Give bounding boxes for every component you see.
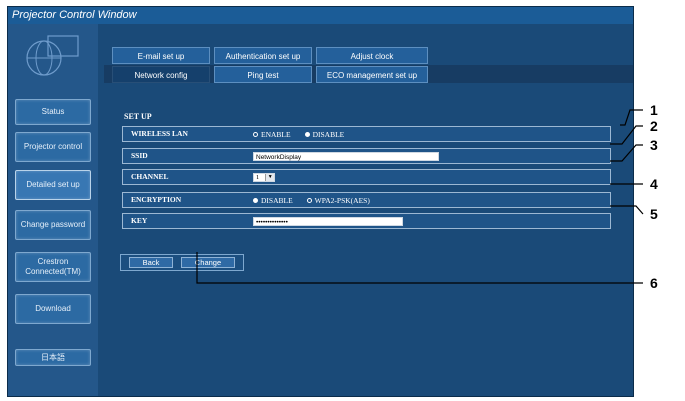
tab-network-config[interactable]: Network config <box>112 66 210 83</box>
radio-dot-icon <box>253 197 258 203</box>
window-title: Projector Control Window <box>8 7 633 24</box>
channel-label: CHANNEL <box>131 172 169 181</box>
sidebar-item-crestron-connected[interactable]: Crestron Connected(TM) <box>15 252 91 282</box>
radio-label: WPA2-PSK(AES) <box>314 195 370 205</box>
action-button-area: Back Change <box>120 254 244 271</box>
sidebar-item-label: Detailed set up <box>26 180 80 189</box>
callout-2: 2 <box>650 118 658 134</box>
callout-5: 5 <box>650 206 658 222</box>
sidebar-item-label: Download <box>35 304 71 313</box>
radio-label: DISABLE <box>261 195 293 205</box>
sidebar-item-detailed-set-up[interactable]: Detailed set up <box>15 170 91 200</box>
tab-eco-management-set-up[interactable]: ECO management set up <box>316 66 428 83</box>
ssid-row: SSID NetworkDisplay <box>122 148 611 164</box>
sidebar-item-status[interactable]: Status <box>15 99 91 125</box>
encryption-wpa2-radio[interactable]: WPA2-PSK(AES) <box>306 195 370 205</box>
ssid-label: SSID <box>131 151 148 160</box>
wireless-lan-label: WIRELESS LAN <box>131 129 188 138</box>
change-button[interactable]: Change <box>181 257 235 268</box>
callout-4: 4 <box>650 176 658 192</box>
sidebar-item-label: Change password <box>20 220 86 229</box>
sidebar-item-projector-control[interactable]: Projector control <box>15 132 91 162</box>
radio-dot-icon <box>304 131 310 137</box>
sidebar-item-label: Projector control <box>23 142 83 151</box>
encryption-disable-radio[interactable]: DISABLE <box>253 196 293 205</box>
sidebar-item-download[interactable]: Download <box>15 294 91 324</box>
callout-3: 3 <box>650 137 658 153</box>
channel-value: 1 <box>256 173 260 181</box>
sidebar-item-change-password[interactable]: Change password <box>15 210 91 240</box>
main-panel: E-mail set up Authentication set up Adju… <box>98 24 633 396</box>
wireless-lan-row: WIRELESS LAN ENABLE DISABLE <box>122 126 611 142</box>
ssid-input[interactable]: NetworkDisplay <box>253 151 439 161</box>
back-button[interactable]: Back <box>129 257 173 268</box>
key-password-input[interactable]: •••••••••••••• <box>253 216 403 226</box>
callout-1: 1 <box>650 102 658 118</box>
tab-email-set-up[interactable]: E-mail set up <box>112 47 210 64</box>
sidebar-item-label: Status <box>41 107 65 116</box>
projector-control-window: Projector Control Window Status Projecto… <box>7 6 634 397</box>
section-title: SET UP <box>124 112 152 121</box>
tab-adjust-clock[interactable]: Adjust clock <box>316 47 428 64</box>
chevron-down-icon: ▼ <box>265 173 274 181</box>
sidebar: Status Projector control Detailed set up… <box>8 24 98 396</box>
globe-logo-icon <box>26 35 79 76</box>
encryption-row: ENCRYPTION DISABLE WPA2-PSK(AES) <box>122 192 611 208</box>
wireless-lan-enable-radio[interactable]: ENABLE <box>253 130 291 139</box>
tab-ping-test[interactable]: Ping test <box>214 66 312 83</box>
channel-select[interactable]: 1 ▼ <box>253 172 275 182</box>
radio-dot-icon <box>253 131 258 137</box>
tab-authentication-set-up[interactable]: Authentication set up <box>214 47 312 64</box>
radio-label: ENABLE <box>261 129 291 139</box>
key-label: KEY <box>131 216 148 225</box>
sidebar-item-label: 日本語 <box>41 352 65 362</box>
sidebar-item-japanese[interactable]: 日本語 <box>15 349 91 366</box>
channel-row: CHANNEL 1 ▼ <box>122 169 611 185</box>
radio-label: DISABLE <box>312 129 345 139</box>
radio-dot-icon <box>306 197 312 203</box>
sidebar-item-label: Crestron Connected(TM) <box>25 257 81 276</box>
encryption-label: ENCRYPTION <box>131 195 182 204</box>
wireless-lan-disable-radio[interactable]: DISABLE <box>304 129 345 139</box>
key-row: KEY •••••••••••••• <box>122 213 611 229</box>
callout-6: 6 <box>650 275 658 291</box>
